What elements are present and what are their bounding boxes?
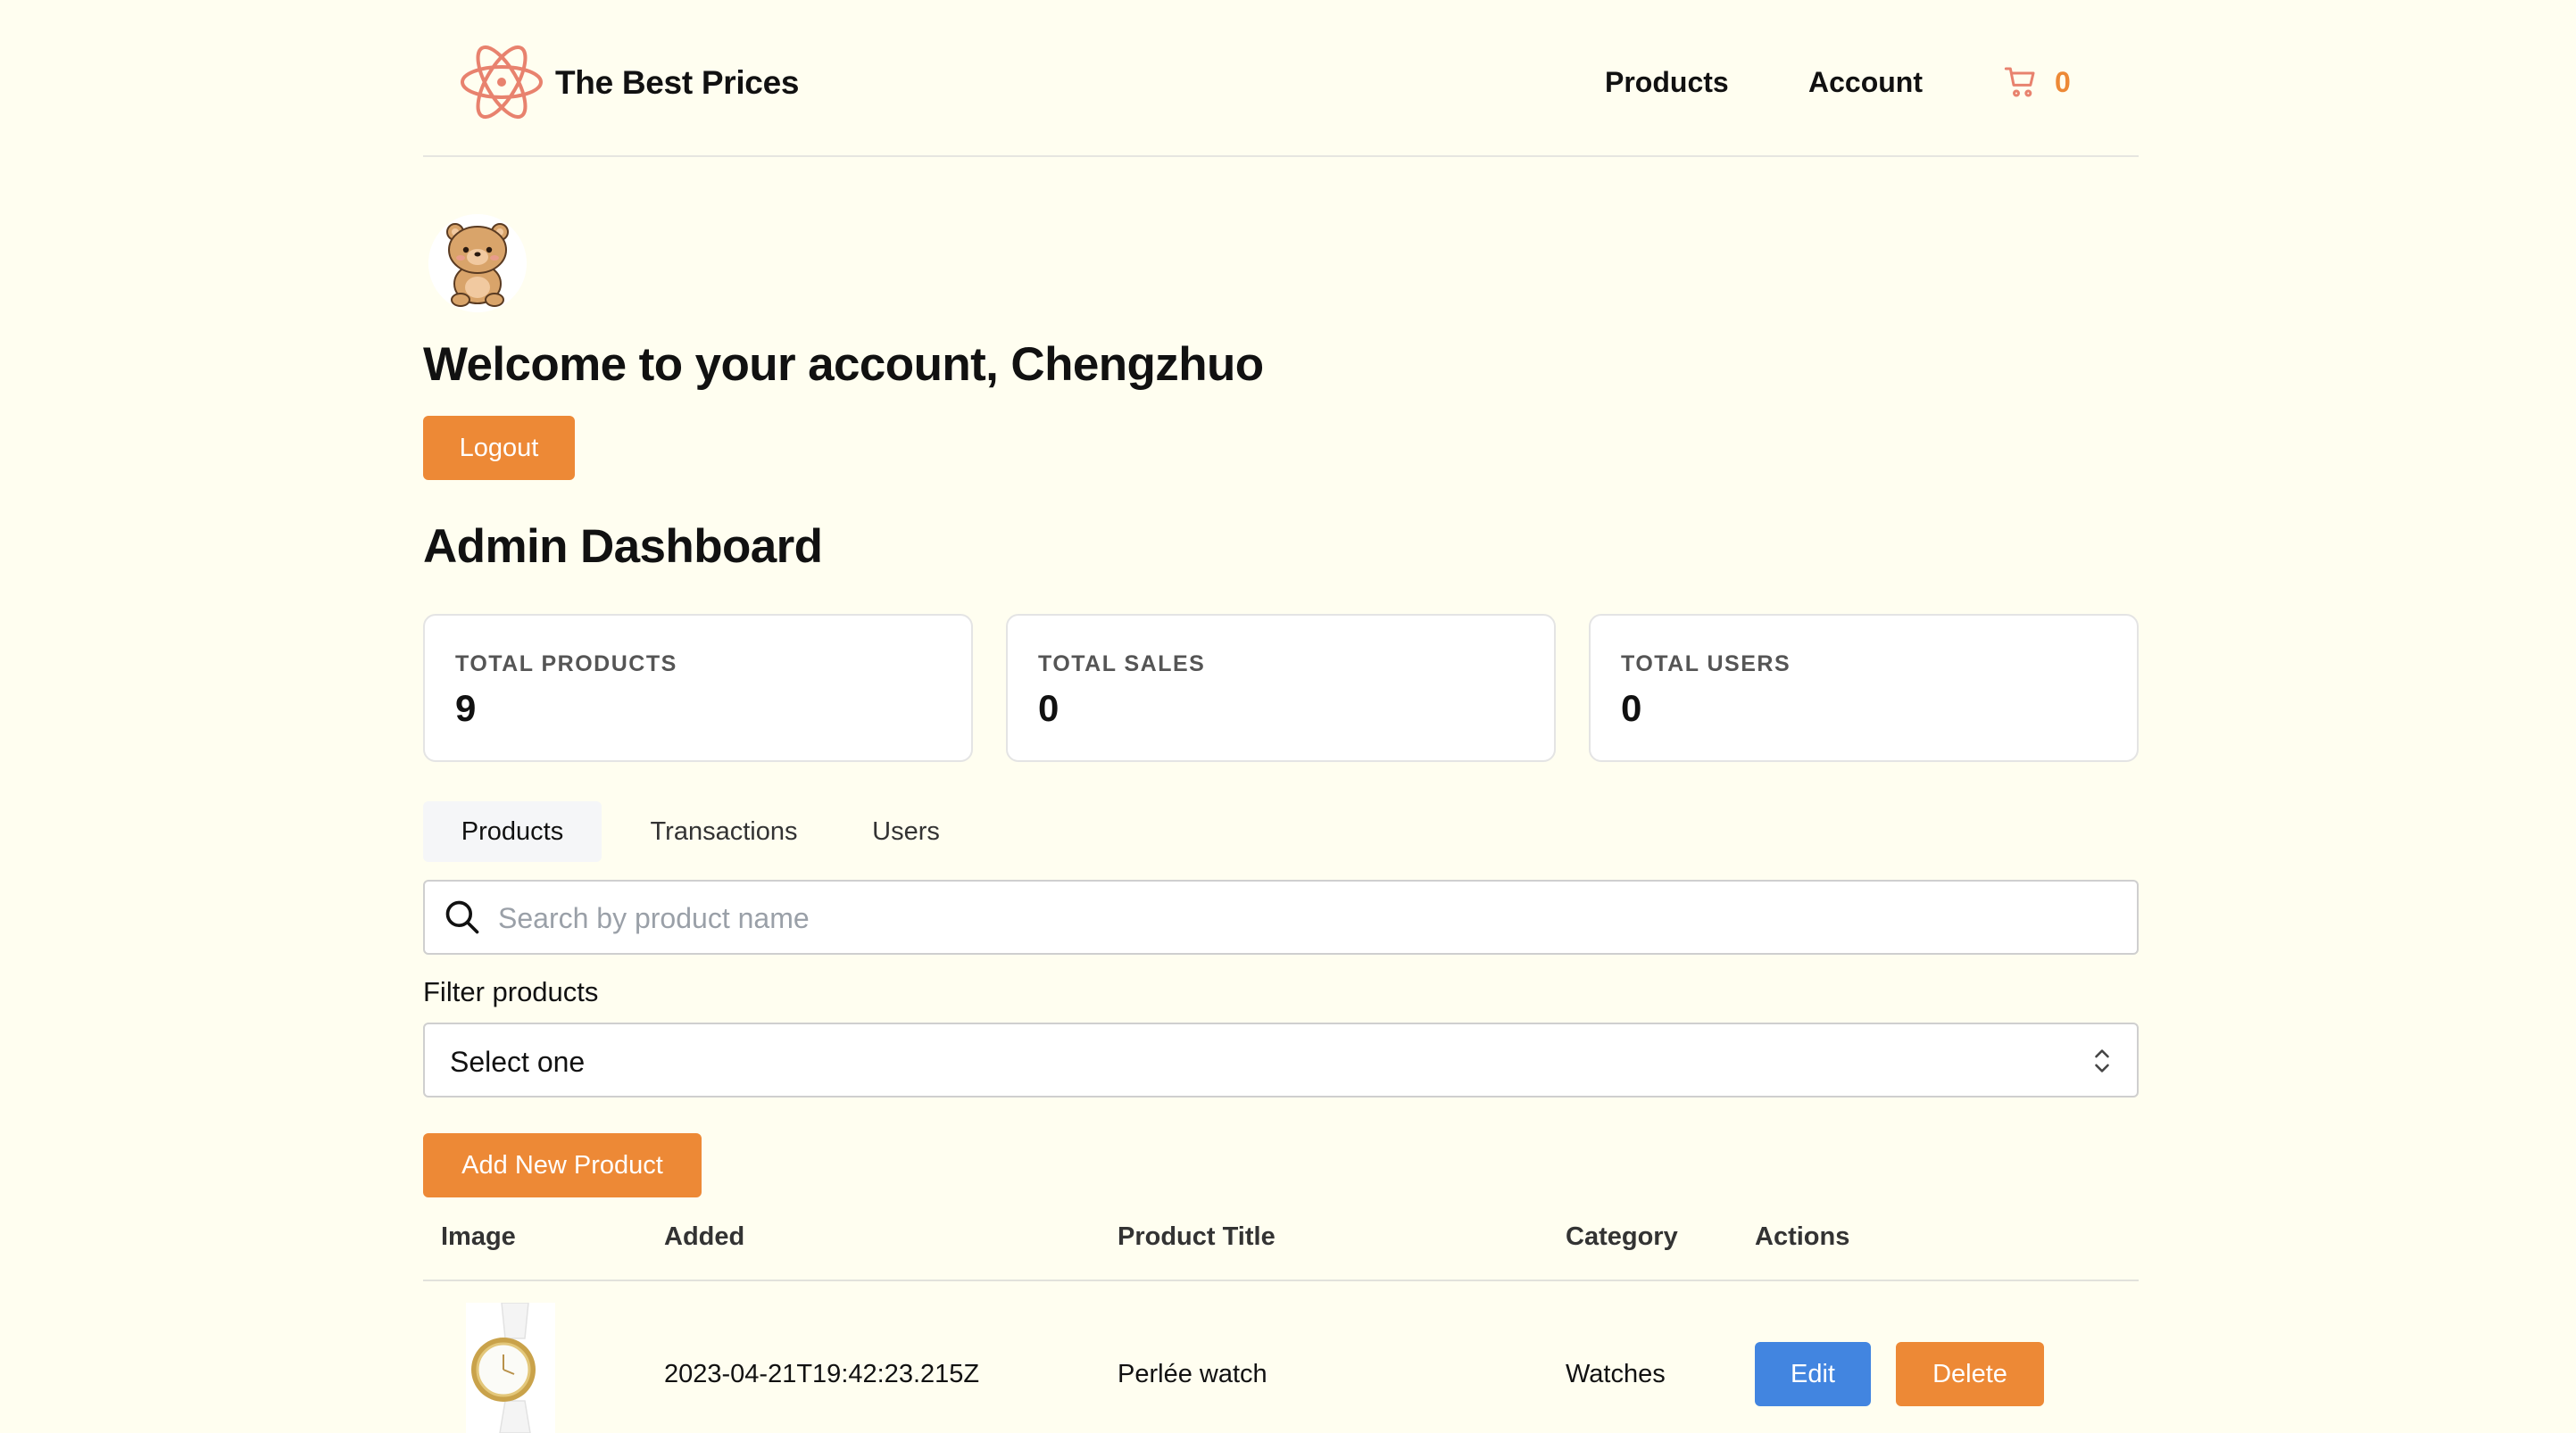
- column-header-added: Added: [664, 1222, 745, 1251]
- nav-account-link[interactable]: Account: [1808, 66, 1923, 99]
- filter-selected-value: Select one: [450, 1046, 586, 1078]
- stat-value: 9: [455, 687, 477, 729]
- cart-icon: [2004, 67, 2035, 97]
- cart-button[interactable]: 0: [2003, 62, 2071, 102]
- delete-button[interactable]: Delete: [1896, 1342, 2044, 1406]
- cart-count: 0: [2055, 65, 2071, 98]
- top-nav: The Best Prices Products Account 0: [423, 0, 2139, 157]
- edit-button[interactable]: Edit: [1755, 1342, 1871, 1406]
- filter-label: Filter products: [423, 976, 599, 1007]
- column-header-image: Image: [441, 1222, 516, 1251]
- cell-category: Watches: [1566, 1360, 1666, 1388]
- nav-products-link[interactable]: Products: [1605, 66, 1729, 99]
- tab-products[interactable]: Products: [423, 801, 602, 862]
- add-new-product-button[interactable]: Add New Product: [423, 1133, 702, 1197]
- teddy-bear-avatar: [428, 214, 527, 312]
- stat-value: 0: [1621, 687, 1642, 729]
- page: The Best Prices Products Account 0 Welco…: [423, 0, 2139, 1433]
- column-header-actions: Actions: [1755, 1222, 1850, 1251]
- column-header-title: Product Title: [1118, 1222, 1276, 1251]
- filter-select[interactable]: Select one: [423, 1023, 2139, 1098]
- tab-transactions[interactable]: Transactions: [612, 801, 835, 862]
- stat-card-total-sales: TOTAL SALES 0: [1006, 614, 1556, 762]
- brand-name[interactable]: The Best Prices: [555, 64, 799, 102]
- table-row: 2023-04-21T19:42:23.215Z Perlée watch Wa…: [423, 1281, 2139, 1433]
- column-header-category: Category: [1566, 1222, 1678, 1251]
- logout-button[interactable]: Logout: [423, 416, 575, 480]
- chevron-updown-icon: [2095, 1049, 2109, 1073]
- stat-value: 0: [1038, 687, 1059, 729]
- welcome-heading: Welcome to your account, Chengzhuo: [423, 338, 1264, 391]
- cell-added: 2023-04-21T19:42:23.215Z: [664, 1360, 980, 1388]
- search-icon: [445, 900, 479, 934]
- stat-card-total-products: TOTAL PRODUCTS 9: [423, 614, 973, 762]
- stat-label: TOTAL USERS: [1621, 651, 1791, 676]
- search-input[interactable]: [496, 882, 2107, 955]
- stat-label: TOTAL SALES: [1038, 651, 1206, 676]
- product-search: [423, 880, 2139, 955]
- dashboard-title: Admin Dashboard: [423, 520, 823, 573]
- product-image-watch[interactable]: [466, 1303, 555, 1433]
- cell-product-title: Perlée watch: [1118, 1360, 1267, 1388]
- stat-label: TOTAL PRODUCTS: [455, 651, 677, 676]
- tab-users[interactable]: Users: [848, 801, 964, 862]
- atom-logo-icon[interactable]: [457, 39, 546, 125]
- stat-card-total-users: TOTAL USERS 0: [1589, 614, 2139, 762]
